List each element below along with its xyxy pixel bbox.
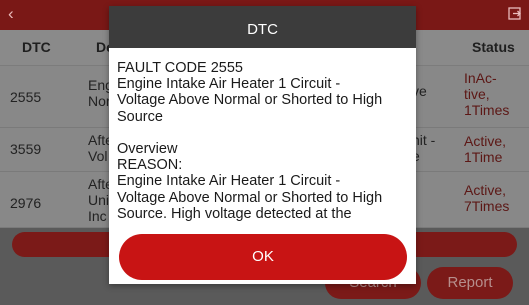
dtc-status: Active, 7Times — [464, 182, 510, 214]
dtc-status: InAc- tive, 1Times — [464, 70, 510, 118]
column-header-dtc: DTC — [22, 39, 51, 55]
dtc-code: 3559 — [10, 141, 42, 157]
dialog-message-text: FAULT CODE 2555 Engine Intake Air Heater… — [117, 60, 383, 222]
exit-icon[interactable] — [508, 7, 521, 20]
dtc-status: Active, 1Time — [464, 133, 507, 165]
dialog-message[interactable]: FAULT CODE 2555 Engine Intake Air Heater… — [117, 60, 412, 232]
report-button[interactable]: Report — [427, 267, 513, 299]
dtc-dialog: DTC FAULT CODE 2555 Engine Intake Air He… — [109, 6, 416, 284]
dtc-code: 2555 — [10, 89, 42, 105]
dtc-code: 2976 — [10, 195, 42, 211]
column-header-status: Status — [472, 39, 515, 55]
back-chevron-icon[interactable]: ‹ — [8, 5, 14, 23]
ok-button[interactable]: OK — [119, 234, 407, 280]
dialog-title: DTC — [109, 6, 416, 48]
